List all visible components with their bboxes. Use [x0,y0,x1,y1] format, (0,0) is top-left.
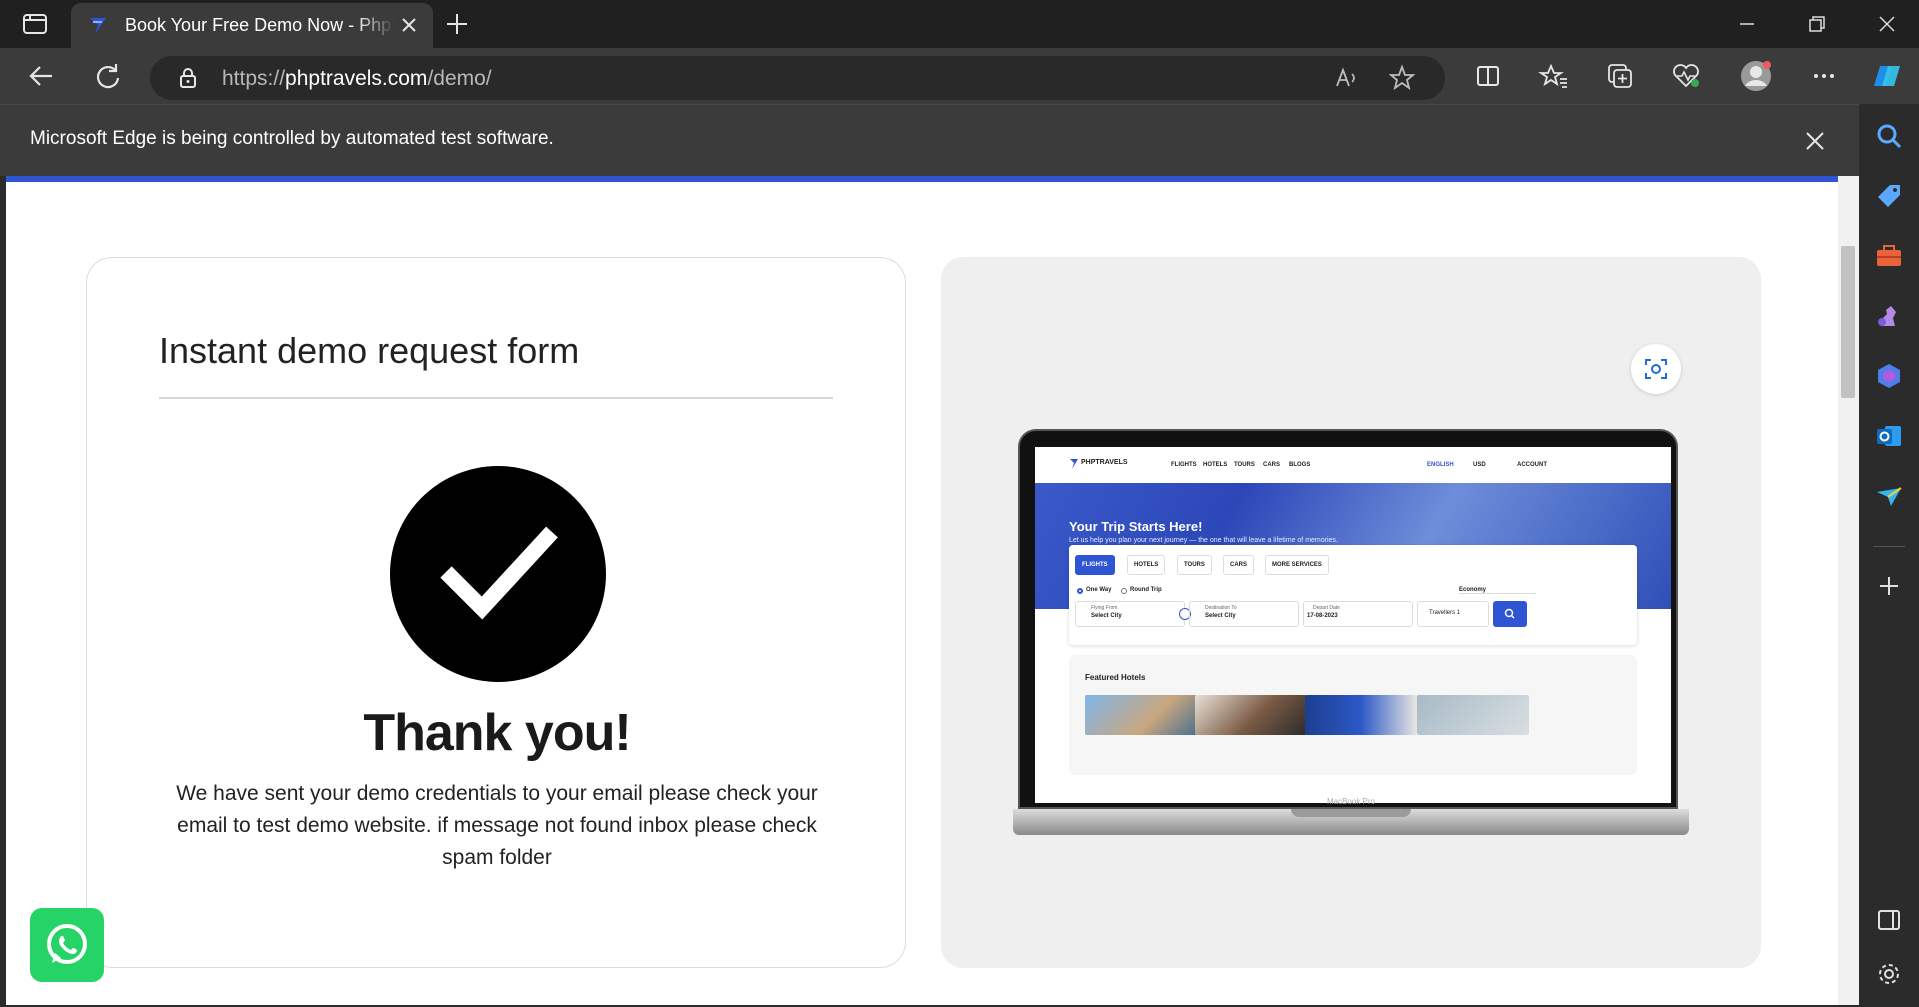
site-radio-one-way-icon [1077,588,1083,594]
hotel-photo-3-image [1305,695,1417,735]
whatsapp-icon [47,924,87,964]
tools-briefcase-icon[interactable] [1869,236,1909,276]
site-trip-one-way: One Way [1086,587,1112,593]
browser-toolbar: https://phptravels.com/demo/ [0,48,1919,104]
more-menu-icon[interactable] [1804,56,1844,96]
laptop-mockup-image: PHPTRAVELS FLIGHTS HOTELS TOURS CARS BLO… [1013,429,1689,839]
site-depart-value: 17-08-2023 [1307,613,1338,619]
hotel-photo-4-image [1417,695,1529,735]
tab-active[interactable]: Book Your Free Demo Now - PhpTravels [71,3,433,48]
site-navbar: PHPTRAVELS FLIGHTS HOTELS TOURS CARS BLO… [1035,447,1671,483]
tab-actions-icon[interactable] [20,10,50,38]
infobar-message: Microsoft Edge is being controlled by au… [30,128,554,149]
site-hero-title: Your Trip Starts Here! [1069,519,1203,534]
copilot-sidebar-icon[interactable] [1869,356,1909,396]
split-screen-icon[interactable] [1468,56,1508,96]
tab-title: Book Your Free Demo Now - PhpTravels [125,15,395,36]
site-nav-hotels: HOTELS [1203,462,1228,468]
page-viewport: Instant demo request form Thank you! We … [6,176,1838,1005]
page-top-accent-bar [6,176,1838,182]
collections-icon[interactable] [1600,56,1640,96]
form-title-divider [159,397,833,399]
window-close-icon[interactable] [1862,8,1912,40]
thank-you-heading: Thank you! [363,704,631,762]
automation-infobar: Microsoft Edge is being controlled by au… [0,104,1859,176]
site-tab-tours: TOURS [1177,555,1212,575]
phptravels-favicon-icon [87,14,111,38]
success-check-icon [390,466,606,682]
laptop-lid: PHPTRAVELS FLIGHTS HOTELS TOURS CARS BLO… [1018,429,1678,809]
url-path: /demo/ [427,67,492,90]
site-account: ACCOUNT [1517,462,1547,468]
site-search-button-icon [1493,601,1527,627]
site-tab-flights: FLIGHTS [1075,555,1115,575]
settings-gear-icon[interactable] [1869,954,1909,994]
site-destination-value: Select City [1205,613,1236,619]
visual-search-button[interactable] [1631,344,1681,394]
site-search-box: FLIGHTS HOTELS TOURS CARS MORE SERVICES … [1069,545,1637,645]
site-tab-cars: CARS [1223,555,1255,575]
site-trip-round: Round Trip [1130,587,1162,593]
laptop-screen: PHPTRAVELS FLIGHTS HOTELS TOURS CARS BLO… [1035,447,1671,803]
profile-avatar-icon[interactable] [1736,56,1776,96]
laptop-notch [1291,809,1411,817]
site-currency: USD [1473,462,1486,468]
hotel-photo-1-image [1085,695,1197,735]
infobar-close-icon[interactable] [1800,126,1830,156]
new-tab-icon[interactable] [443,10,471,38]
read-aloud-icon[interactable] [1332,64,1360,92]
games-chess-icon[interactable] [1869,296,1909,336]
site-logo-icon [1069,457,1079,469]
lock-icon[interactable] [176,66,200,90]
browser-essentials-icon[interactable] [1666,56,1706,96]
site-flying-from-label: Flying From [1091,605,1118,611]
preview-panel: PHPTRAVELS FLIGHTS HOTELS TOURS CARS BLO… [941,257,1761,968]
tab-close-icon[interactable] [396,12,422,38]
hotel-photo-2-image [1195,695,1307,735]
page-scrollbar-thumb[interactable] [1841,246,1855,398]
site-nav-tours: TOURS [1234,462,1255,468]
drop-send-icon[interactable] [1869,476,1909,516]
restore-icon[interactable] [1792,8,1842,40]
search-icon[interactable] [1869,116,1909,156]
site-nav-flights: FLIGHTS [1171,462,1197,468]
url-host: phptravels.com [285,67,428,90]
demo-form-card: Instant demo request form Thank you! We … [86,257,906,968]
site-tab-more-services: MORE SERVICES [1265,555,1329,575]
refresh-icon[interactable] [88,56,128,96]
whatsapp-chat-button[interactable] [30,908,104,982]
add-sidebar-app-icon[interactable] [1869,566,1909,606]
site-featured-title: Featured Hotels [1085,673,1146,682]
site-cabin-class: Economy [1459,587,1537,594]
sidebar-divider [1873,546,1905,547]
url-scheme: https:// [222,67,286,90]
hide-sidebar-icon[interactable] [1869,900,1909,940]
site-nav-blogs: BLOGS [1289,462,1311,468]
site-tab-hotels: HOTELS [1127,555,1166,575]
url-text[interactable]: https://phptravels.com/demo/ [222,67,492,91]
thank-you-message: We have sent your demo credentials to yo… [176,782,818,869]
favorites-icon[interactable] [1534,56,1574,96]
outlook-icon[interactable] [1869,416,1909,456]
edge-sidebar [1859,104,1919,1005]
address-bar[interactable]: https://phptravels.com/demo/ [150,56,1445,100]
site-destination-label: Destination To [1205,605,1237,611]
browser-tab-strip: Book Your Free Demo Now - PhpTravels [0,0,1919,48]
site-hero-subtitle: Let us help you plan your next journey —… [1069,537,1338,544]
favorite-star-icon[interactable] [1388,64,1416,92]
site-radio-round-trip-icon [1121,588,1127,594]
laptop-model-label: MacBook Pro [1326,797,1376,806]
site-flying-from-value: Select City [1091,613,1122,619]
site-nav-cars: CARS [1263,462,1281,468]
site-featured-hotels: Featured Hotels [1069,655,1637,775]
copilot-icon[interactable] [1867,56,1907,96]
minimize-icon[interactable] [1722,8,1772,40]
site-depart-label: Depart Date [1313,605,1340,611]
site-travellers: Travellers 1 [1429,610,1461,616]
back-icon[interactable] [22,56,62,96]
site-language: ENGLISH [1427,462,1454,468]
site-brand: PHPTRAVELS [1081,459,1128,466]
form-title: Instant demo request form [159,330,580,371]
shopping-tag-icon[interactable] [1869,176,1909,216]
